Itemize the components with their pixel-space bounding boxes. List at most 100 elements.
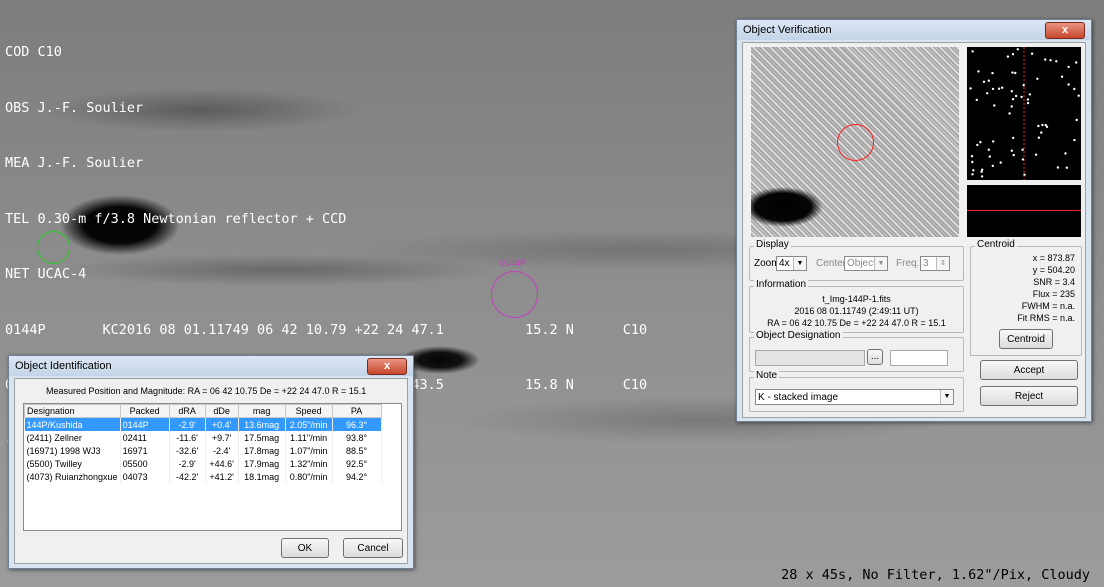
green-marker-circle[interactable]: [37, 231, 70, 264]
star-dot: [1067, 65, 1070, 69]
ghost-object-label: 0144P: [500, 258, 527, 268]
magenta-marker-circle[interactable]: [491, 271, 538, 318]
centroid-group: Centroid x = 873.87 y = 504.20 SNR = 3.4…: [970, 239, 1082, 356]
note-select[interactable]: K - stacked image ▼: [755, 389, 954, 405]
info-position: RA = 06 42 10.75 De = +22 24 47.0 R = 15…: [767, 318, 946, 328]
object-verification-window: Object Verification x Display Zoom 4x ▼: [736, 19, 1092, 422]
star-dot: [1020, 95, 1023, 99]
table-row[interactable]: (4073) Ruianzhongxue 04073 -42.2' +41.2' 18.…: [24, 470, 382, 483]
column-header[interactable]: Speed: [284, 404, 333, 418]
freq-value: 3: [923, 258, 929, 269]
close-button[interactable]: x: [367, 358, 407, 375]
star-dot: [1073, 87, 1076, 91]
titlebar[interactable]: Object Identification x: [9, 356, 413, 376]
star-dot: [993, 104, 996, 107]
star-dot: [997, 87, 1001, 90]
group-title: Information: [754, 279, 809, 290]
star-dot: [971, 160, 974, 164]
table-cell: 17.9mag: [238, 457, 286, 470]
table-cell: 94.2°: [332, 470, 382, 483]
information-group: Information t_Img-144P-1.fits 2016 08 01…: [749, 279, 964, 333]
info-file: t_Img-144P-1.fits: [822, 294, 891, 304]
zoom-image[interactable]: [751, 47, 959, 237]
table-cell: 2.05"/min: [285, 417, 333, 431]
browse-button[interactable]: ...: [867, 349, 883, 365]
table-cell: -11.6': [169, 431, 206, 444]
table-cell: +44.6': [205, 457, 239, 470]
star-dot: [971, 173, 974, 176]
accept-button[interactable]: Accept: [980, 360, 1078, 380]
column-header[interactable]: Packed: [119, 404, 170, 418]
table-row[interactable]: 144P/Kushida 0144P -2.9' +0.4' 13.6mag 2.05"/…: [24, 417, 382, 431]
cancel-button[interactable]: Cancel: [343, 538, 403, 558]
star-dot: [1008, 112, 1011, 115]
designation-combo[interactable]: [755, 350, 865, 366]
image-caption: 28 x 45s, No Filter, 1.62"/Pix, Cloudy: [781, 567, 1090, 583]
star-dot: [1073, 138, 1076, 142]
titlebar[interactable]: Object Verification x: [737, 20, 1091, 40]
column-header[interactable]: PA: [331, 404, 382, 418]
star-dot: [975, 98, 978, 102]
star-dot: [1006, 55, 1010, 58]
table-cell: +41.2': [205, 470, 239, 483]
table-cell: (4073) Ruianzhongxue: [24, 470, 121, 483]
table-row[interactable]: (2411) Zellner 02411 -11.6' +9.7' 17.5mag 1.1…: [24, 431, 382, 444]
column-header[interactable]: mag: [237, 404, 286, 418]
zoom-select[interactable]: 4x ▼: [776, 256, 807, 271]
center-value: Object: [847, 258, 876, 269]
star-dot: [988, 155, 991, 158]
table-cell: -2.4': [205, 444, 239, 457]
star-dot: [1016, 48, 1019, 51]
centroid-fwhm: FWHM = n.a.: [1021, 301, 1075, 311]
window-title: Object Verification: [743, 24, 832, 36]
table-row[interactable]: (16971) 1998 WJ3 16971 -32.6' -2.4' 17.8mag 1…: [24, 444, 382, 457]
designation-input[interactable]: [890, 350, 948, 366]
star-dot: [1012, 153, 1015, 157]
table-cell: (2411) Zellner: [24, 431, 121, 444]
star-dot: [1026, 101, 1030, 105]
centroid-x: x = 873.87: [1032, 253, 1075, 263]
star-dot: [1030, 52, 1034, 55]
table-cell: 18.1mag: [238, 470, 286, 483]
table-cell: (16971) 1998 WJ3: [24, 444, 121, 457]
center-select[interactable]: Object ▼: [844, 256, 888, 271]
table-cell: 1.32"/min: [285, 457, 333, 470]
star-dot: [1067, 83, 1070, 86]
table-cell: 1.11"/min: [285, 431, 333, 444]
table-cell: 0.80"/min: [285, 470, 333, 483]
centroid-fit-rms: Fit RMS = n.a.: [1017, 313, 1075, 323]
ok-button[interactable]: OK: [281, 538, 329, 558]
star-field-plot: [967, 47, 1081, 180]
star-dot: [1028, 93, 1031, 96]
star-dot: [980, 170, 983, 173]
reject-button[interactable]: Reject: [980, 386, 1078, 406]
star-dot: [1041, 123, 1044, 127]
chevron-down-icon[interactable]: ▼: [793, 257, 806, 270]
table-row[interactable]: (5500) Twilley 05500 -2.9' +44.6' 17.9mag 1.3…: [24, 457, 382, 470]
object-identification-window: Object Identification x Measured Positio…: [8, 355, 414, 569]
chevron-down-icon[interactable]: ▼: [940, 390, 953, 404]
window-title: Object Identification: [15, 360, 112, 372]
table-cell: -32.6': [169, 444, 206, 457]
column-header[interactable]: dRA: [168, 404, 206, 418]
column-header[interactable]: Designation: [24, 404, 121, 418]
star-dot: [1037, 136, 1041, 139]
chevron-down-icon[interactable]: ▼: [874, 257, 887, 270]
star-dot: [1011, 98, 1015, 101]
centroid-button[interactable]: Centroid: [999, 329, 1053, 349]
table-cell: -42.2': [169, 470, 206, 483]
star-dot: [1026, 98, 1030, 101]
group-title: Object Designation: [754, 330, 843, 341]
star-dot: [1014, 71, 1017, 75]
target-circle: [837, 124, 874, 161]
info-date: 2016 08 01.11749 (2:49:11 UT): [794, 306, 919, 316]
candidates-list[interactable]: Designation Packed dRA dDe mag Speed PA …: [23, 403, 402, 531]
table-cell: +9.7': [205, 431, 239, 444]
spinner-arrows-icon[interactable]: ⇕: [936, 257, 949, 270]
freq-spinner[interactable]: 3 ⇕: [920, 256, 950, 271]
star-dot: [1044, 58, 1047, 61]
close-button[interactable]: x: [1045, 22, 1085, 39]
profile-plot: [967, 185, 1081, 237]
star-dot: [987, 79, 990, 82]
column-header[interactable]: dDe: [204, 404, 239, 418]
